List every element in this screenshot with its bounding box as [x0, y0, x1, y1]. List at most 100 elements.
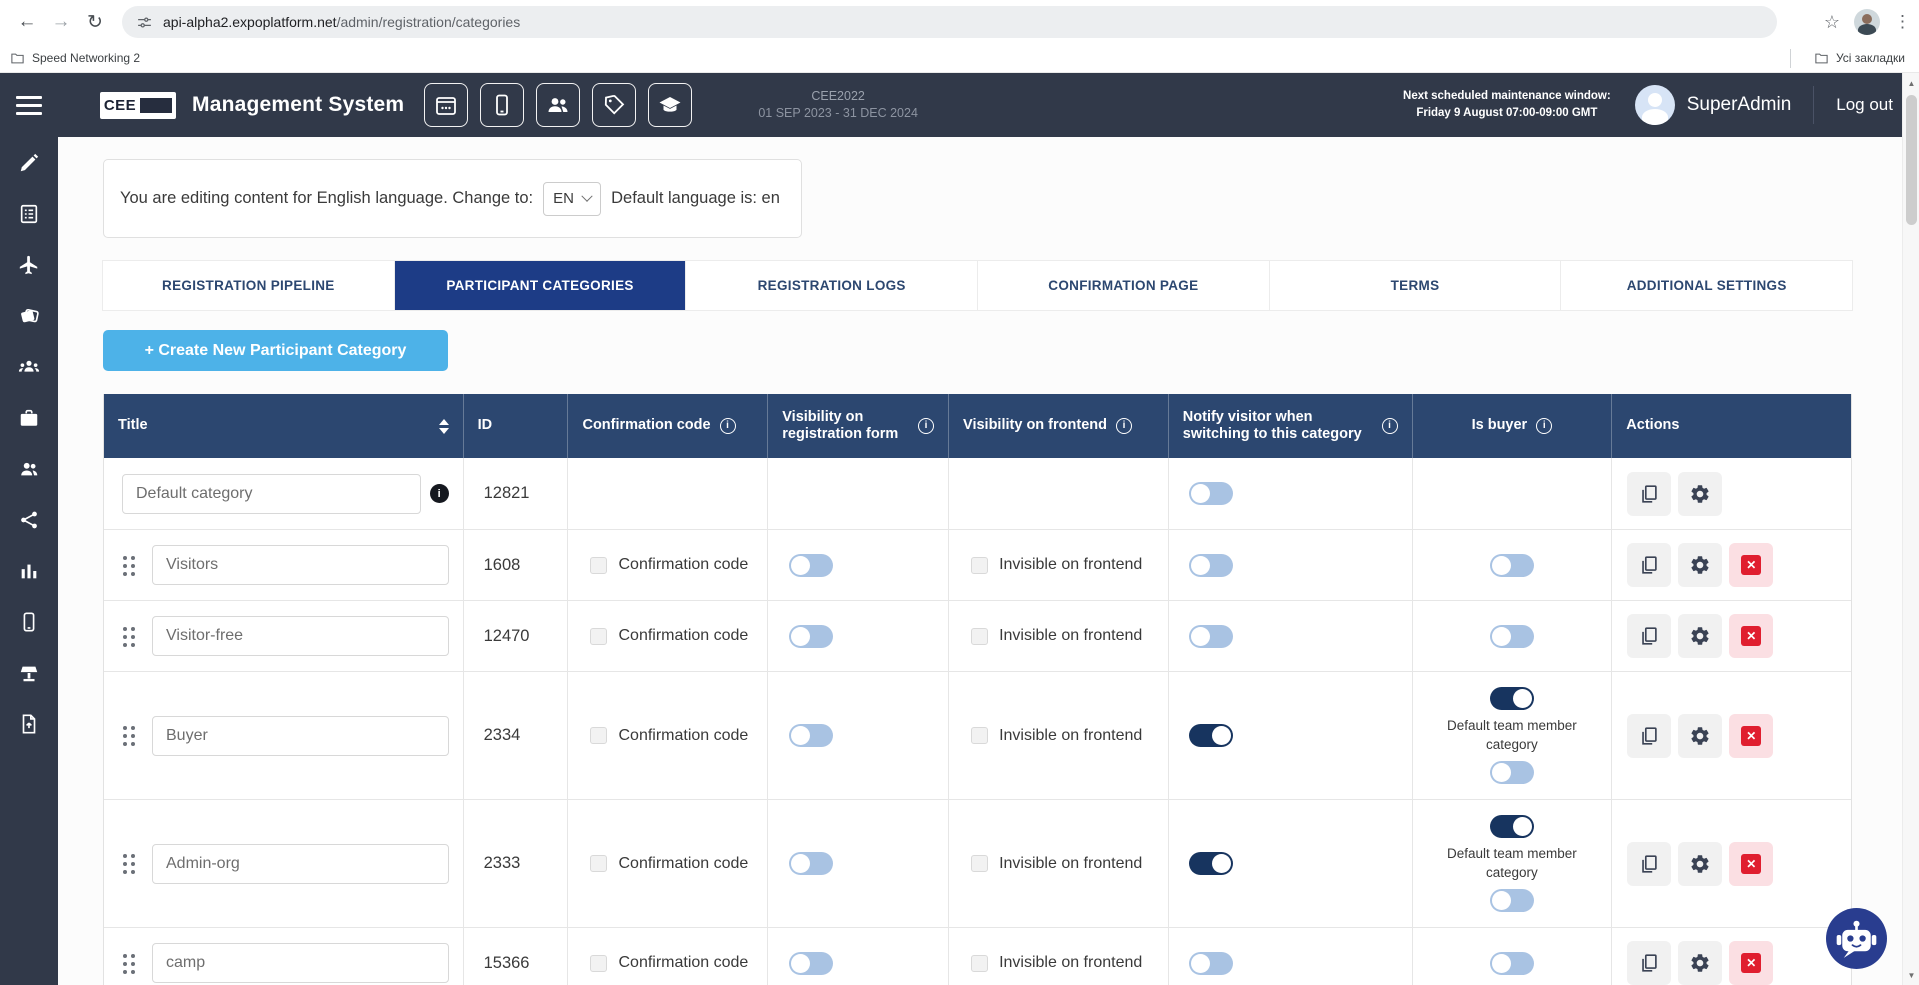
sidebar-item-mobile[interactable] [0, 596, 58, 647]
checkbox[interactable] [590, 557, 607, 574]
settings-button[interactable] [1678, 714, 1722, 758]
info-icon[interactable]: i [430, 484, 449, 503]
tab-registration-pipeline[interactable]: REGISTRATION PIPELINE [103, 261, 395, 310]
toggle-off[interactable] [1189, 952, 1233, 975]
category-title-input[interactable] [152, 545, 449, 585]
toggle-off[interactable] [1189, 554, 1233, 577]
toggle-on[interactable] [1189, 852, 1233, 875]
checkbox[interactable] [971, 628, 988, 645]
toggle-on[interactable] [1490, 687, 1534, 710]
checkbox[interactable] [590, 628, 607, 645]
toggle-off[interactable] [1490, 889, 1534, 912]
forward-icon[interactable]: → [44, 5, 78, 39]
sidebar-item-airplane[interactable] [0, 239, 58, 290]
all-bookmarks[interactable]: Усі закладки [1804, 44, 1915, 72]
settings-button[interactable] [1678, 941, 1722, 985]
bookmark-folder[interactable]: Speed Networking 2 [0, 44, 150, 72]
settings-button[interactable] [1678, 842, 1722, 886]
info-icon[interactable]: i [720, 418, 736, 434]
toggle-off[interactable] [1189, 482, 1233, 505]
scrollbar-thumb[interactable] [1906, 95, 1917, 225]
drag-handle-icon[interactable] [122, 555, 135, 576]
chat-bot-button[interactable] [1826, 908, 1887, 969]
checkbox[interactable] [971, 955, 988, 972]
tab-participant-categories[interactable]: PARTICIPANT CATEGORIES [395, 261, 687, 310]
toggle-off[interactable] [1490, 761, 1534, 784]
category-title-input[interactable] [152, 616, 449, 656]
sidebar-item-handshake[interactable] [0, 290, 58, 341]
info-icon[interactable]: i [1382, 418, 1398, 434]
settings-button[interactable] [1678, 543, 1722, 587]
sidebar-item-briefcase[interactable] [0, 392, 58, 443]
sidebar-item-form[interactable] [0, 188, 58, 239]
copy-button[interactable] [1627, 614, 1671, 658]
delete-button[interactable]: ✕ [1729, 714, 1773, 758]
toggle-off[interactable] [1189, 625, 1233, 648]
toggle-off[interactable] [789, 724, 833, 747]
browser-menu-icon[interactable]: ⋮ [1894, 12, 1911, 32]
scroll-down-icon[interactable]: ▼ [1903, 967, 1919, 983]
toggle-off[interactable] [789, 554, 833, 577]
education-toolbar-button[interactable] [648, 83, 692, 127]
checkbox[interactable] [971, 855, 988, 872]
settings-button[interactable] [1678, 472, 1722, 516]
bookmark-star-icon[interactable]: ☆ [1824, 12, 1840, 33]
toggle-off[interactable] [1490, 952, 1534, 975]
tab-confirmation-page[interactable]: CONFIRMATION PAGE [978, 261, 1270, 310]
checkbox[interactable] [590, 855, 607, 872]
copy-button[interactable] [1627, 472, 1671, 516]
copy-button[interactable] [1627, 543, 1671, 587]
category-title-input[interactable] [122, 474, 421, 514]
checkbox[interactable] [971, 727, 988, 744]
toggle-on[interactable] [1490, 815, 1534, 838]
sidebar-item-two-people[interactable] [0, 443, 58, 494]
back-icon[interactable]: ← [10, 5, 44, 39]
settings-button[interactable] [1678, 614, 1722, 658]
toggle-on[interactable] [1189, 724, 1233, 747]
mobile-toolbar-button[interactable] [480, 83, 524, 127]
drag-handle-icon[interactable] [122, 626, 135, 647]
copy-button[interactable] [1627, 941, 1671, 985]
category-title-input[interactable] [152, 716, 449, 756]
scroll-up-icon[interactable]: ▲ [1903, 75, 1919, 91]
drag-handle-icon[interactable] [122, 853, 135, 874]
category-title-input[interactable] [152, 943, 449, 983]
checkbox[interactable] [971, 557, 988, 574]
tag-toolbar-button[interactable] [592, 83, 636, 127]
tab-registration-logs[interactable]: REGISTRATION LOGS [686, 261, 978, 310]
logout-button[interactable]: Log out [1836, 95, 1893, 115]
drag-handle-icon[interactable] [122, 725, 135, 746]
language-select[interactable]: EN [543, 182, 601, 216]
copy-button[interactable] [1627, 714, 1671, 758]
tab-additional-settings[interactable]: ADDITIONAL SETTINGS [1561, 261, 1852, 310]
browser-profile-avatar[interactable] [1854, 9, 1880, 35]
toggle-off[interactable] [1490, 625, 1534, 648]
address-bar[interactable]: api-alpha2.expoplatform.net/admin/regist… [122, 6, 1777, 38]
tab-terms[interactable]: TERMS [1270, 261, 1562, 310]
delete-button[interactable]: ✕ [1729, 842, 1773, 886]
create-category-button[interactable]: + Create New Participant Category [103, 330, 448, 371]
delete-button[interactable]: ✕ [1729, 543, 1773, 587]
toggle-off[interactable] [789, 952, 833, 975]
sidebar-item-file-export[interactable] [0, 698, 58, 749]
toggle-off[interactable] [789, 625, 833, 648]
checkbox[interactable] [590, 955, 607, 972]
toggle-off[interactable] [1490, 554, 1534, 577]
info-icon[interactable]: i [918, 418, 934, 434]
delete-button[interactable]: ✕ [1729, 941, 1773, 985]
info-icon[interactable]: i [1116, 418, 1132, 434]
sidebar-item-bar-chart[interactable] [0, 545, 58, 596]
hamburger-menu-icon[interactable] [16, 96, 42, 115]
drag-handle-icon[interactable] [122, 953, 135, 974]
sidebar-item-share[interactable] [0, 494, 58, 545]
info-icon[interactable]: i [1536, 418, 1552, 434]
sidebar-item-user-group[interactable] [0, 341, 58, 392]
page-scrollbar[interactable]: ▲ ▼ [1902, 73, 1919, 985]
delete-button[interactable]: ✕ [1729, 614, 1773, 658]
site-settings-icon[interactable] [136, 14, 153, 31]
people-toolbar-button[interactable] [536, 83, 580, 127]
reload-icon[interactable]: ↻ [78, 5, 112, 39]
checkbox[interactable] [590, 727, 607, 744]
calendar-toolbar-button[interactable] [424, 83, 468, 127]
sidebar-item-booth[interactable] [0, 647, 58, 698]
